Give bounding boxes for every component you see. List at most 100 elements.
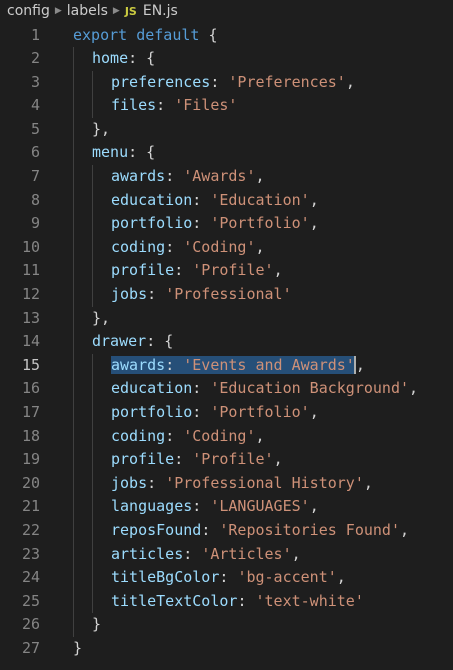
code-text[interactable]: awards: 'Awards', (111, 165, 265, 189)
code-text[interactable]: education: 'Education', (111, 189, 319, 213)
code-line[interactable]: 12 jobs: 'Professional' (0, 283, 453, 307)
code-token: export default (73, 25, 209, 44)
code-line[interactable]: 14 drawer: { (0, 330, 453, 354)
line-number: 10 (21, 237, 40, 256)
code-lines[interactable]: 1 export default {2 home: {3 preferences: '… (0, 24, 453, 661)
code-token: coding (111, 237, 166, 256)
chevron-right-icon: ▶ (54, 6, 62, 16)
code-line[interactable]: 6 menu: { (0, 141, 453, 166)
code-line[interactable]: 9 portfolio: 'Portfolio', (0, 212, 453, 236)
line-number: 18 (21, 426, 40, 445)
code-line[interactable]: 17 portfolio: 'Portfolio', (0, 401, 453, 425)
indent-guide (73, 613, 74, 637)
code-text[interactable]: } (92, 613, 101, 637)
indent-guide (92, 471, 93, 496)
indent-guide (92, 542, 93, 567)
indent-guide (73, 47, 74, 71)
breadcrumb-item-config[interactable]: config (7, 3, 50, 19)
code-text[interactable]: coding: 'Coding', (111, 236, 265, 260)
code-text[interactable]: titleTextColor: 'text-white' (111, 590, 364, 614)
code-line[interactable]: 25 titleTextColor: 'text-white' (0, 589, 453, 614)
code-text[interactable]: reposFound: 'Repositories Found', (111, 519, 409, 543)
code-line[interactable]: 27} (0, 637, 453, 661)
line-number: 7 (30, 167, 40, 186)
indent-guide (73, 589, 74, 614)
code-text[interactable]: home: { (92, 47, 155, 71)
indent-guide (73, 94, 74, 118)
code-token: , (255, 426, 265, 445)
code-line[interactable]: 19 profile: 'Profile', (0, 448, 453, 472)
code-text[interactable]: education: 'Education Background', (111, 377, 418, 401)
code-line[interactable]: 1 export default { (0, 24, 453, 48)
code-token: : (174, 261, 193, 280)
code-line[interactable]: 23 articles: 'Articles', (0, 542, 453, 567)
code-token: : (192, 379, 211, 398)
code-line[interactable]: 7 awards: 'Awards', (0, 165, 453, 189)
code-token: , (255, 237, 265, 256)
indent-guide (73, 353, 74, 378)
breadcrumb-item-file[interactable]: EN.js (143, 3, 178, 19)
code-token: : (192, 214, 211, 233)
code-text[interactable]: jobs: 'Professional History', (111, 472, 373, 496)
code-line[interactable]: 3 preferences: 'Preferences', (0, 70, 453, 95)
code-text[interactable]: languages: 'LANGUAGES', (111, 495, 319, 519)
code-text[interactable]: }, (92, 307, 110, 331)
code-text[interactable]: files: 'Files' (111, 94, 237, 118)
code-text[interactable]: portfolio: 'Portfolio', (111, 401, 319, 425)
indent-guide (92, 165, 93, 189)
code-token: 'Profile' (192, 261, 274, 280)
code-text[interactable]: } (73, 637, 82, 661)
code-line[interactable]: 4 files: 'Files' (0, 94, 453, 118)
line-number: 25 (21, 591, 40, 610)
code-text[interactable]: portfolio: 'Portfolio', (111, 212, 319, 236)
code-token: }, (92, 119, 111, 138)
code-text[interactable]: profile: 'Profile', (111, 448, 283, 472)
code-token: 'Repositories Found' (219, 520, 400, 539)
indent-guide (73, 306, 74, 331)
selected-token: : (165, 355, 184, 374)
breadcrumb-item-labels[interactable]: labels (67, 3, 108, 19)
line-number: 22 (21, 520, 40, 539)
indent-guide (73, 401, 74, 425)
code-line[interactable]: 8 education: 'Education', (0, 188, 453, 213)
indent-guide (73, 377, 74, 401)
code-line[interactable]: 20 jobs: 'Professional History', (0, 471, 453, 496)
code-token: , (409, 379, 419, 398)
indent-guide (92, 518, 93, 543)
code-text[interactable]: jobs: 'Professional' (111, 283, 292, 307)
code-token: drawer (92, 332, 147, 351)
code-line[interactable]: 11 profile: 'Profile', (0, 259, 453, 284)
code-text[interactable]: export default { (73, 24, 218, 48)
code-line[interactable]: 21 languages: 'LANGUAGES', (0, 495, 453, 519)
indent-guide (73, 141, 74, 166)
code-token: files (111, 96, 157, 115)
code-text[interactable]: preferences: 'Preferences', (111, 71, 355, 95)
code-token: , (355, 355, 365, 374)
code-line[interactable]: 22 reposFound: 'Repositories Found', (0, 518, 453, 543)
code-line[interactable]: 5}, (0, 117, 453, 142)
code-text[interactable]: }, (92, 118, 110, 142)
code-text[interactable]: profile: 'Profile', (111, 259, 283, 283)
indent-guide (92, 259, 93, 284)
indent-guide (92, 212, 93, 236)
code-text[interactable]: articles: 'Articles', (111, 543, 301, 567)
code-editor[interactable]: config ▶ labels ▶ JS EN.js 1 export defau… (0, 0, 453, 670)
code-line[interactable]: 2 home: { (0, 47, 453, 71)
code-text[interactable]: drawer: { (92, 330, 173, 354)
code-text[interactable]: menu: { (92, 141, 155, 165)
code-line[interactable]: 13}, (0, 306, 453, 331)
code-text[interactable]: titleBgColor: 'bg-accent', (111, 566, 346, 590)
code-token: : (210, 72, 229, 91)
code-line[interactable]: 10 coding: 'Coding', (0, 235, 453, 260)
code-text[interactable]: awards: 'Events and Awards', (111, 354, 365, 378)
code-text[interactable]: coding: 'Coding', (111, 425, 265, 449)
indent-guide (92, 448, 93, 472)
line-number: 27 (21, 638, 40, 657)
code-token: languages (111, 497, 193, 516)
code-line[interactable]: 16 education: 'Education Background', (0, 377, 453, 401)
code-line[interactable]: 24 titleBgColor: 'bg-accent', (0, 566, 453, 590)
code-line[interactable]: 26} (0, 613, 453, 637)
code-line[interactable]: 15 awards: 'Events and Awards', (0, 353, 453, 378)
code-token: { (208, 25, 218, 44)
code-line[interactable]: 18 coding: 'Coding', (0, 424, 453, 449)
